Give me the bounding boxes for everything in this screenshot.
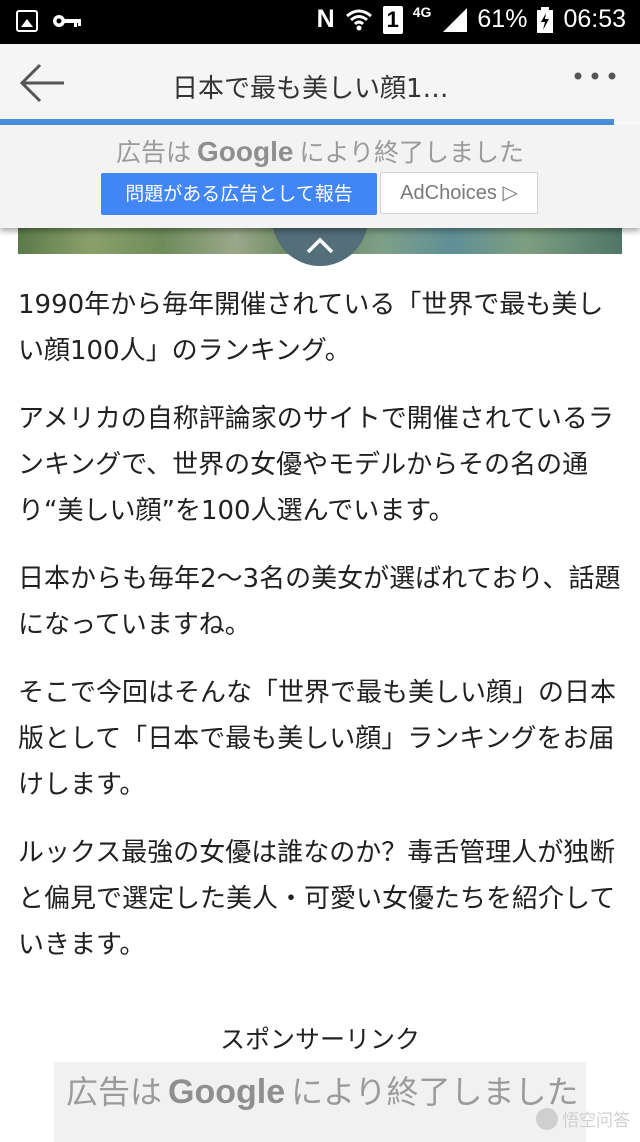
wifi-icon: [345, 9, 372, 30]
status-right-icons: N 1 4G 61% 06:53: [316, 3, 626, 34]
signal-icon: [443, 7, 468, 32]
article-paragraph: 1990年から毎年開催されている「世界で最も美しい顔100人」のランキング。: [18, 290, 604, 366]
nfc-icon: N: [316, 5, 335, 33]
battery-charging-icon: [537, 6, 554, 33]
arrow-left-icon: [19, 63, 64, 103]
report-ad-button[interactable]: 問題がある広告として報告: [101, 173, 377, 215]
ad-closed-panel: 広告は Google により終了しました 問題がある広告として報告 AdChoice…: [0, 125, 640, 228]
google-brand: Google: [168, 1073, 286, 1111]
ad-closed-message: 広告は Google により終了しました: [0, 133, 640, 169]
watermark: 悟空问答: [536, 1106, 630, 1131]
status-bar: N 1 4G 61% 06:53: [0, 0, 640, 44]
article-paragraph: ルックス最強の女優は誰なのか？毒舌管理人が独断と偏見で選定した美人・可愛い女優た…: [18, 838, 616, 960]
bottom-ad-message: 広告は Google により終了しました: [66, 1070, 586, 1114]
article-paragraph: アメリカの自称評論家のサイトで開催されているランキングで、世界の女優やモデルから…: [18, 404, 614, 526]
adchoices-button[interactable]: AdChoices ▷: [380, 172, 538, 214]
watermark-text: 悟空问答: [562, 1111, 630, 1131]
bottom-ad-prefix: 広告は: [66, 1073, 163, 1111]
sim-slot-icon: 1: [382, 5, 403, 34]
gallery-icon: [16, 10, 38, 32]
more-options-button[interactable]: [570, 64, 620, 94]
app-toolbar: 日本で最も美しい顔1…: [0, 44, 640, 122]
status-left-icons: [16, 10, 82, 32]
network-type: 4G: [412, 3, 432, 20]
watermark-logo-icon: [536, 1107, 558, 1130]
key-icon: [53, 15, 81, 27]
article-paragraph: そこで今回はそんな「世界で最も美しい顔」の日本版として「日本で最も美しい顔」ラン…: [18, 678, 617, 800]
more-dots-icon: [574, 72, 616, 80]
ad-closed-suffix: により終了しました: [299, 138, 524, 167]
page-title: 日本で最も美しい顔1…: [172, 74, 449, 104]
battery-percent: 61%: [477, 5, 528, 33]
back-button[interactable]: [14, 60, 68, 106]
bottom-ad-closed: 広告は Google により終了しました: [54, 1062, 586, 1142]
article-body: 1990年から毎年開催されている「世界で最も美しい顔100人」のランキング。 ア…: [18, 282, 624, 990]
clock: 06:53: [563, 5, 626, 33]
chevron-up-icon: [306, 237, 334, 254]
ad-closed-prefix: 広告は: [116, 138, 192, 167]
article-paragraph: 日本からも毎年2〜3名の美女が選ばれており、話題になっていますね。: [18, 564, 621, 640]
google-brand: Google: [197, 136, 294, 167]
sponsor-link-label: スポンサーリンク: [219, 1025, 420, 1054]
